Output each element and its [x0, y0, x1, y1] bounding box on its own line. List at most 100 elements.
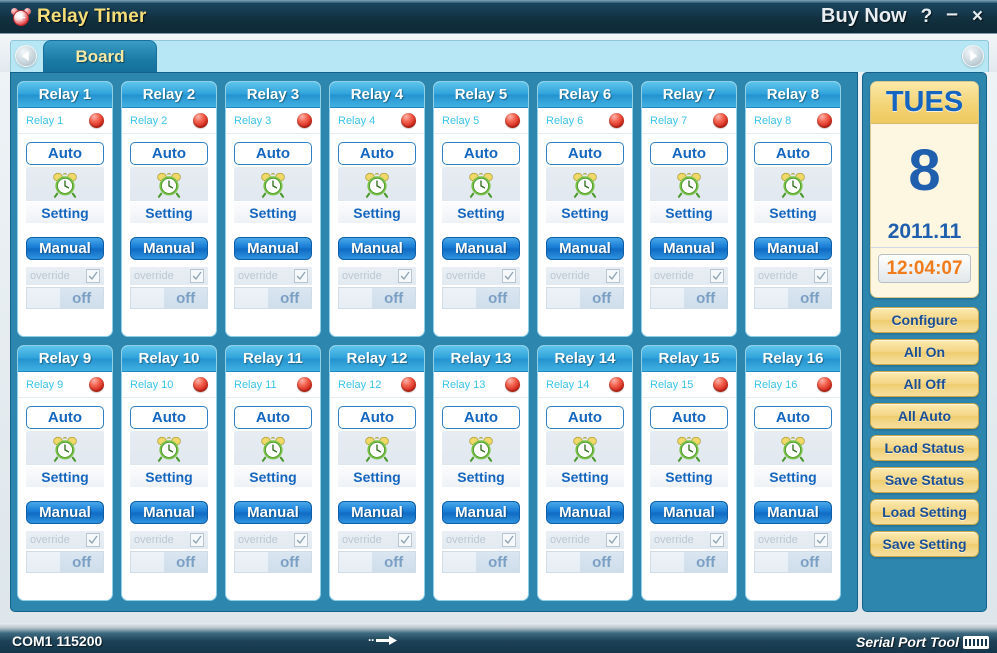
minimize-button[interactable]: – [946, 3, 958, 24]
sidebar-button-all-auto[interactable]: All Auto [870, 403, 979, 429]
relay-value-field[interactable] [27, 288, 61, 308]
override-checkbox[interactable] [398, 533, 412, 547]
relay-value-field[interactable] [755, 552, 789, 572]
auto-button[interactable]: Auto [338, 142, 416, 165]
manual-button[interactable]: Manual [130, 237, 208, 260]
manual-button[interactable]: Manual [546, 501, 624, 524]
relay-value-field[interactable] [651, 288, 685, 308]
relay-value-field[interactable] [131, 552, 165, 572]
help-button[interactable]: ? [921, 7, 933, 26]
auto-button[interactable]: Auto [650, 142, 728, 165]
auto-button[interactable]: Auto [26, 142, 104, 165]
auto-button[interactable]: Auto [338, 406, 416, 429]
relay-value-field[interactable] [651, 552, 685, 572]
manual-button[interactable]: Manual [754, 237, 832, 260]
manual-button[interactable]: Manual [442, 237, 520, 260]
relay-state-row[interactable]: off [26, 551, 104, 573]
override-checkbox[interactable] [606, 269, 620, 283]
relay-state-row[interactable]: off [338, 551, 416, 573]
relay-state-row[interactable]: off [234, 551, 312, 573]
manual-button[interactable]: Manual [338, 501, 416, 524]
relay-state-row[interactable]: off [754, 551, 832, 573]
override-checkbox[interactable] [398, 269, 412, 283]
auto-button[interactable]: Auto [26, 406, 104, 429]
relay-value-field[interactable] [27, 552, 61, 572]
manual-button[interactable]: Manual [442, 501, 520, 524]
override-checkbox[interactable] [190, 533, 204, 547]
sidebar-button-load-setting[interactable]: Load Setting [870, 499, 979, 525]
close-button[interactable]: × [972, 7, 983, 26]
relay-value-field[interactable] [755, 288, 789, 308]
sidebar-button-configure[interactable]: Configure [870, 307, 979, 333]
override-checkbox[interactable] [814, 533, 828, 547]
override-checkbox[interactable] [86, 533, 100, 547]
auto-button[interactable]: Auto [546, 406, 624, 429]
relay-state-row[interactable]: off [650, 551, 728, 573]
tab-next-arrow-button[interactable] [962, 45, 984, 67]
relay-value-field[interactable] [339, 288, 373, 308]
auto-button[interactable]: Auto [442, 406, 520, 429]
setting-button[interactable]: Setting [234, 465, 312, 487]
override-checkbox[interactable] [606, 533, 620, 547]
relay-value-field[interactable] [547, 288, 581, 308]
sidebar-button-all-on[interactable]: All On [870, 339, 979, 365]
relay-value-field[interactable] [235, 288, 269, 308]
sidebar-button-save-setting[interactable]: Save Setting [870, 531, 979, 557]
relay-state-row[interactable]: off [442, 551, 520, 573]
manual-button[interactable]: Manual [130, 501, 208, 524]
override-checkbox[interactable] [502, 533, 516, 547]
auto-button[interactable]: Auto [130, 406, 208, 429]
manual-button[interactable]: Manual [234, 501, 312, 524]
relay-value-field[interactable] [235, 552, 269, 572]
auto-button[interactable]: Auto [442, 142, 520, 165]
auto-button[interactable]: Auto [546, 142, 624, 165]
relay-value-field[interactable] [339, 552, 373, 572]
override-checkbox[interactable] [86, 269, 100, 283]
setting-button[interactable]: Setting [130, 465, 208, 487]
setting-button[interactable]: Setting [650, 201, 728, 223]
relay-value-field[interactable] [131, 288, 165, 308]
auto-button[interactable]: Auto [234, 142, 312, 165]
setting-button[interactable]: Setting [234, 201, 312, 223]
relay-state-row[interactable]: off [338, 287, 416, 309]
override-checkbox[interactable] [710, 533, 724, 547]
relay-state-row[interactable]: off [650, 287, 728, 309]
relay-state-row[interactable]: off [546, 287, 624, 309]
override-checkbox[interactable] [294, 533, 308, 547]
override-checkbox[interactable] [190, 269, 204, 283]
relay-state-row[interactable]: off [754, 287, 832, 309]
relay-state-row[interactable]: off [26, 287, 104, 309]
relay-state-row[interactable]: off [130, 287, 208, 309]
relay-state-row[interactable]: off [234, 287, 312, 309]
manual-button[interactable]: Manual [338, 237, 416, 260]
manual-button[interactable]: Manual [754, 501, 832, 524]
manual-button[interactable]: Manual [650, 501, 728, 524]
setting-button[interactable]: Setting [442, 465, 520, 487]
override-checkbox[interactable] [710, 269, 724, 283]
auto-button[interactable]: Auto [754, 406, 832, 429]
setting-button[interactable]: Setting [754, 201, 832, 223]
override-checkbox[interactable] [814, 269, 828, 283]
setting-button[interactable]: Setting [442, 201, 520, 223]
setting-button[interactable]: Setting [130, 201, 208, 223]
auto-button[interactable]: Auto [754, 142, 832, 165]
manual-button[interactable]: Manual [650, 237, 728, 260]
sidebar-button-all-off[interactable]: All Off [870, 371, 979, 397]
setting-button[interactable]: Setting [26, 465, 104, 487]
sidebar-button-save-status[interactable]: Save Status [870, 467, 979, 493]
setting-button[interactable]: Setting [546, 465, 624, 487]
tab-board[interactable]: Board [43, 40, 157, 73]
buy-now-button[interactable]: Buy Now [821, 5, 907, 28]
relay-state-row[interactable]: off [546, 551, 624, 573]
setting-button[interactable]: Setting [546, 201, 624, 223]
setting-button[interactable]: Setting [26, 201, 104, 223]
relay-state-row[interactable]: off [130, 551, 208, 573]
setting-button[interactable]: Setting [338, 465, 416, 487]
manual-button[interactable]: Manual [234, 237, 312, 260]
relay-state-row[interactable]: off [442, 287, 520, 309]
relay-value-field[interactable] [547, 552, 581, 572]
auto-button[interactable]: Auto [130, 142, 208, 165]
setting-button[interactable]: Setting [650, 465, 728, 487]
relay-value-field[interactable] [443, 552, 477, 572]
manual-button[interactable]: Manual [26, 501, 104, 524]
